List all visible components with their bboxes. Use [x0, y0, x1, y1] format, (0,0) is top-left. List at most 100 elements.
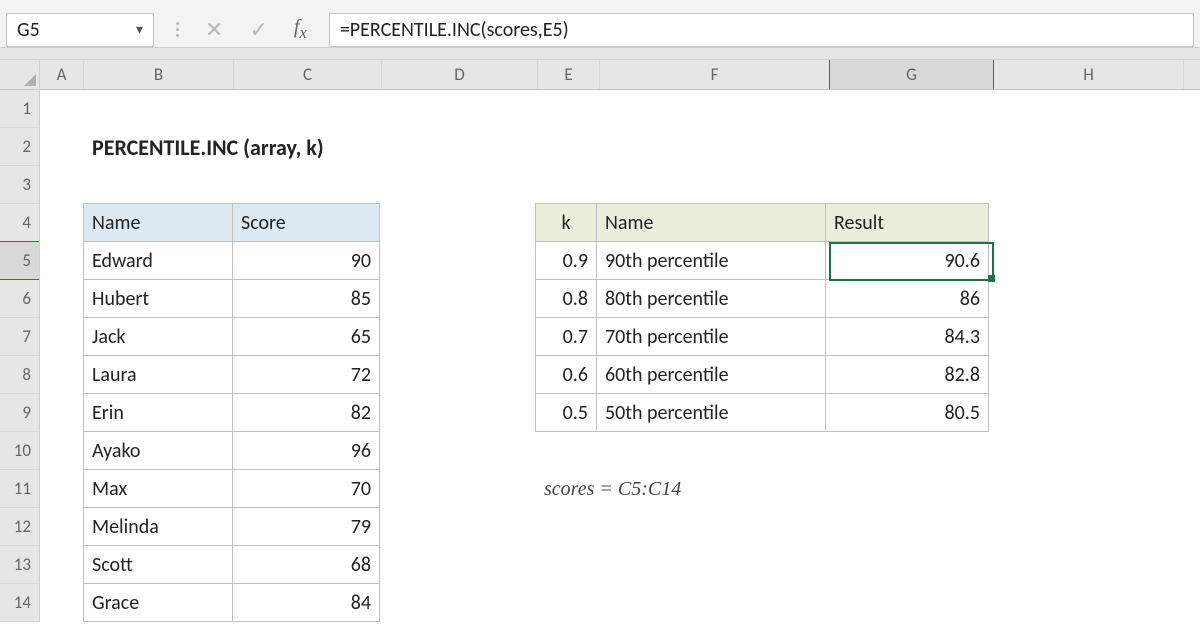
cell[interactable] [598, 508, 828, 546]
table-cell[interactable]: 79 [232, 507, 380, 546]
cell[interactable] [40, 166, 84, 204]
formula-bar-resize[interactable] [0, 47, 1200, 59]
col-header[interactable]: A [40, 60, 84, 89]
cell[interactable] [234, 166, 382, 204]
table-cell[interactable]: 0.8 [535, 279, 597, 318]
cell[interactable] [828, 432, 992, 470]
cell[interactable] [380, 394, 536, 432]
formula-input[interactable]: =PERCENTILE.INC(scores,E5) [329, 13, 1194, 47]
cell[interactable] [40, 356, 84, 394]
cell[interactable] [600, 128, 830, 166]
cell[interactable] [538, 128, 600, 166]
col-header[interactable]: H [994, 60, 1184, 89]
row-header[interactable]: 13 [0, 546, 39, 584]
cell[interactable] [538, 166, 600, 204]
cell[interactable] [40, 508, 84, 546]
cell[interactable] [40, 318, 84, 356]
cell[interactable] [598, 470, 828, 508]
table-cell[interactable]: Laura [83, 355, 233, 394]
table-cell[interactable]: 85 [232, 279, 380, 318]
cell[interactable] [994, 166, 1184, 204]
cell[interactable] [536, 584, 598, 622]
table-header[interactable]: Score [232, 203, 380, 242]
cell[interactable] [830, 166, 994, 204]
cell[interactable] [380, 584, 536, 622]
cell[interactable] [828, 470, 992, 508]
col-header[interactable]: F [600, 60, 830, 89]
table-cell[interactable]: 0.5 [535, 393, 597, 432]
cell[interactable] [234, 128, 382, 166]
cell[interactable] [40, 432, 84, 470]
cell[interactable] [598, 546, 828, 584]
cell[interactable] [40, 128, 84, 166]
cell[interactable] [40, 204, 84, 242]
table-cell[interactable]: 90 [232, 241, 380, 280]
row-header[interactable]: 3 [0, 166, 39, 204]
col-header[interactable]: E [538, 60, 600, 89]
cell[interactable] [234, 90, 382, 128]
cell[interactable] [994, 128, 1184, 166]
row-header[interactable]: 12 [0, 508, 39, 546]
note-text[interactable]: scores = C5:C14 [536, 470, 598, 508]
table-cell[interactable]: Melinda [83, 507, 233, 546]
sheet-title[interactable]: PERCENTILE.INC (array, k) [84, 128, 234, 166]
row-header[interactable]: 4 [0, 204, 39, 242]
cell[interactable] [380, 432, 536, 470]
col-header[interactable]: D [382, 60, 538, 89]
table-header[interactable]: Name [83, 203, 233, 242]
cell[interactable] [380, 470, 536, 508]
table-cell[interactable]: 84 [232, 583, 380, 622]
row-header[interactable]: 7 [0, 318, 39, 356]
cell[interactable] [830, 90, 994, 128]
cell[interactable] [536, 546, 598, 584]
cell[interactable] [989, 318, 1179, 356]
table-cell[interactable]: 96 [232, 431, 380, 470]
row-header[interactable]: 5 [0, 242, 39, 280]
cell[interactable] [380, 508, 536, 546]
cell[interactable] [382, 90, 538, 128]
cell[interactable] [600, 90, 830, 128]
cell[interactable] [382, 128, 538, 166]
cell[interactable] [992, 470, 1182, 508]
table-cell[interactable]: 70th percentile [596, 317, 826, 356]
table-cell[interactable]: 72 [232, 355, 380, 394]
dropdown-icon[interactable]: ▾ [136, 21, 143, 38]
cell[interactable] [40, 584, 84, 622]
cell[interactable] [40, 394, 84, 432]
table-cell[interactable]: 82.8 [825, 355, 989, 394]
table-cell[interactable]: Grace [83, 583, 233, 622]
cell[interactable] [992, 584, 1182, 622]
table-header[interactable]: k [535, 203, 597, 242]
cell[interactable] [598, 584, 828, 622]
cell[interactable] [600, 166, 830, 204]
table-cell[interactable]: 84.3 [825, 317, 989, 356]
col-header[interactable]: G [830, 60, 994, 89]
cell[interactable] [382, 166, 538, 204]
cell[interactable] [40, 90, 84, 128]
cell[interactable] [40, 546, 84, 584]
table-cell[interactable]: 60th percentile [596, 355, 826, 394]
cell[interactable] [538, 90, 600, 128]
cell[interactable] [40, 242, 84, 280]
row-header[interactable]: 14 [0, 584, 39, 622]
select-all-corner[interactable] [0, 60, 39, 90]
row-header[interactable]: 8 [0, 356, 39, 394]
table-cell[interactable]: Ayako [83, 431, 233, 470]
cell[interactable] [989, 280, 1179, 318]
table-cell[interactable]: 90th percentile [596, 241, 826, 280]
cell[interactable] [992, 508, 1182, 546]
table-cell[interactable]: 70 [232, 469, 380, 508]
row-header[interactable]: 1 [0, 90, 39, 128]
cell[interactable] [828, 546, 992, 584]
table-cell[interactable]: 80.5 [825, 393, 989, 432]
cell[interactable] [989, 204, 1179, 242]
table-cell[interactable]: 90.6 [825, 241, 989, 280]
table-cell[interactable]: Erin [83, 393, 233, 432]
table-cell[interactable]: Edward [83, 241, 233, 280]
cancel-icon[interactable]: ✕ [205, 16, 223, 43]
cell[interactable] [536, 432, 598, 470]
cell[interactable] [536, 508, 598, 546]
table-cell[interactable]: 65 [232, 317, 380, 356]
cell[interactable] [989, 242, 1179, 280]
table-header[interactable]: Name [596, 203, 826, 242]
